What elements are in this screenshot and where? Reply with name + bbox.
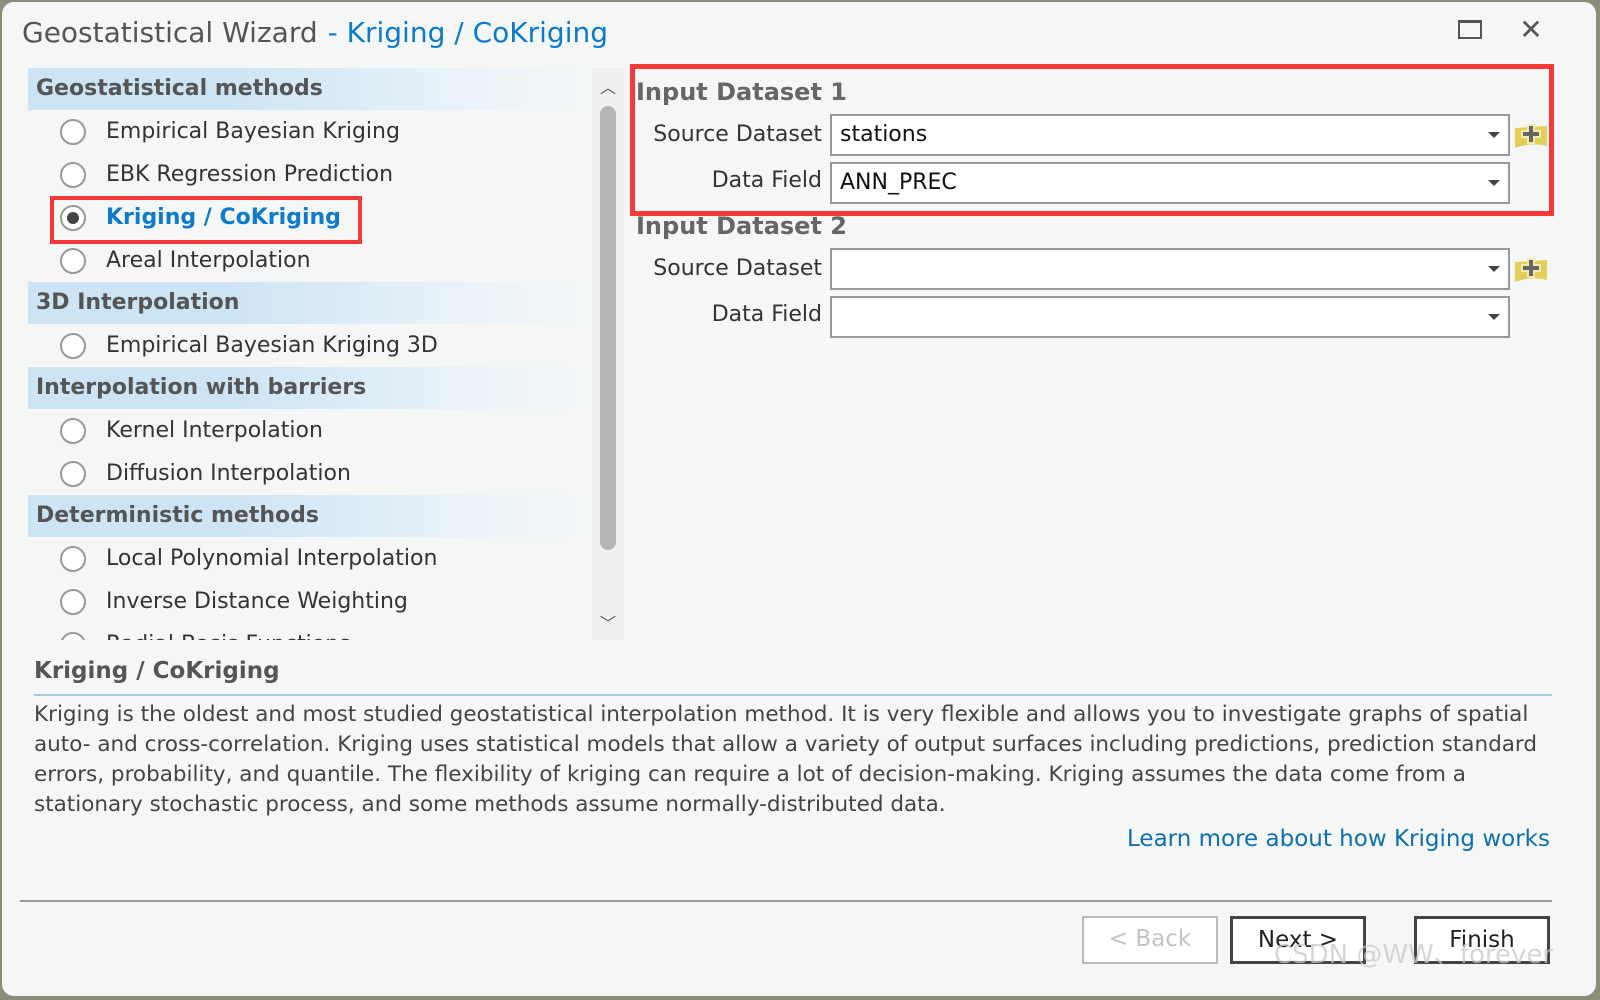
radio-button-icon[interactable] xyxy=(60,118,86,145)
title-text: Geostatistical Wizard xyxy=(22,16,318,49)
scroll-thumb[interactable] xyxy=(600,106,616,550)
description-divider xyxy=(34,694,1552,696)
next-button[interactable]: Next > xyxy=(1230,916,1366,964)
close-button[interactable]: ✕ xyxy=(1514,16,1548,46)
selection-highlight-box xyxy=(50,196,362,244)
method-option-label: Radial Basis Functions xyxy=(106,632,351,640)
input-dataset-1-highlight-box xyxy=(630,64,1554,216)
add-dataset-2-button[interactable] xyxy=(1514,254,1548,284)
method-group-header: Geostatistical methods xyxy=(28,68,590,110)
back-button[interactable]: < Back xyxy=(1082,916,1218,964)
footer-divider xyxy=(20,900,1552,902)
method-option-label: Local Polynomial Interpolation xyxy=(106,546,438,571)
radio-button-icon[interactable] xyxy=(60,545,86,572)
method-option-label: Empirical Bayesian Kriging 3D xyxy=(106,333,438,358)
radio-button-icon[interactable] xyxy=(60,417,86,444)
method-option[interactable]: EBK Regression Prediction xyxy=(28,153,590,196)
method-option-label: Inverse Distance Weighting xyxy=(106,589,408,614)
method-option[interactable]: Inverse Distance Weighting xyxy=(28,580,590,623)
method-option[interactable]: Local Polynomial Interpolation xyxy=(28,537,590,580)
method-option[interactable]: Diffusion Interpolation xyxy=(28,452,590,495)
input-dataset-2-title: Input Dataset 2 xyxy=(636,212,847,240)
description-title: Kriging / CoKriging xyxy=(34,658,280,684)
method-option-label: Empirical Bayesian Kriging xyxy=(106,119,400,144)
data-field-2-label: Data Field xyxy=(711,302,822,327)
radio-button-icon[interactable] xyxy=(60,332,86,359)
radio-button-icon[interactable] xyxy=(60,588,86,615)
method-option-label: Kernel Interpolation xyxy=(106,418,323,443)
radio-button-icon[interactable] xyxy=(60,460,86,487)
method-option[interactable]: Kernel Interpolation xyxy=(28,409,590,452)
method-option[interactable]: Empirical Bayesian Kriging xyxy=(28,110,590,153)
window-title: Geostatistical Wizard - Kriging / CoKrigi… xyxy=(22,16,608,49)
learn-more-link[interactable]: Learn more about how Kriging works xyxy=(1127,826,1550,852)
method-group-header: Interpolation with barriers xyxy=(28,367,590,409)
method-option[interactable]: Radial Basis Functions xyxy=(28,623,590,640)
data-field-2-combo[interactable] xyxy=(830,296,1510,338)
source-dataset-2-label: Source Dataset xyxy=(653,256,822,281)
geostatistical-wizard-dialog: Geostatistical Wizard - Kriging / CoKrigi… xyxy=(2,2,1596,996)
radio-button-icon[interactable] xyxy=(60,247,86,274)
maximize-icon xyxy=(1458,20,1482,39)
method-list-scrollbar[interactable]: ︿ ﹀ xyxy=(592,68,624,640)
title-method: - Kriging / CoKriging xyxy=(327,16,608,49)
method-group-header: Deterministic methods xyxy=(28,495,590,537)
method-group-header: 3D Interpolation xyxy=(28,282,590,324)
source-dataset-2-combo[interactable] xyxy=(830,248,1510,290)
radio-button-icon[interactable] xyxy=(60,631,86,640)
method-list: Geostatistical methods Empirical Bayesian… xyxy=(28,68,590,640)
scroll-up-icon[interactable]: ︿ xyxy=(592,74,624,98)
dropdown-arrow-icon xyxy=(1488,314,1500,320)
method-option-label: Diffusion Interpolation xyxy=(106,461,351,486)
description-text: Kriging is the oldest and most studied g… xyxy=(34,702,1538,817)
radio-button-icon[interactable] xyxy=(60,161,86,188)
method-option[interactable]: Empirical Bayesian Kriging 3D xyxy=(28,324,590,367)
dropdown-arrow-icon xyxy=(1488,266,1500,272)
scroll-down-icon[interactable]: ﹀ xyxy=(592,610,624,634)
method-option-label: EBK Regression Prediction xyxy=(106,162,394,187)
maximize-button[interactable] xyxy=(1452,16,1486,46)
close-icon: ✕ xyxy=(1519,13,1543,46)
finish-button[interactable]: Finish xyxy=(1414,916,1550,964)
method-option[interactable]: Areal Interpolation xyxy=(28,239,590,282)
method-option-label: Areal Interpolation xyxy=(106,248,311,273)
